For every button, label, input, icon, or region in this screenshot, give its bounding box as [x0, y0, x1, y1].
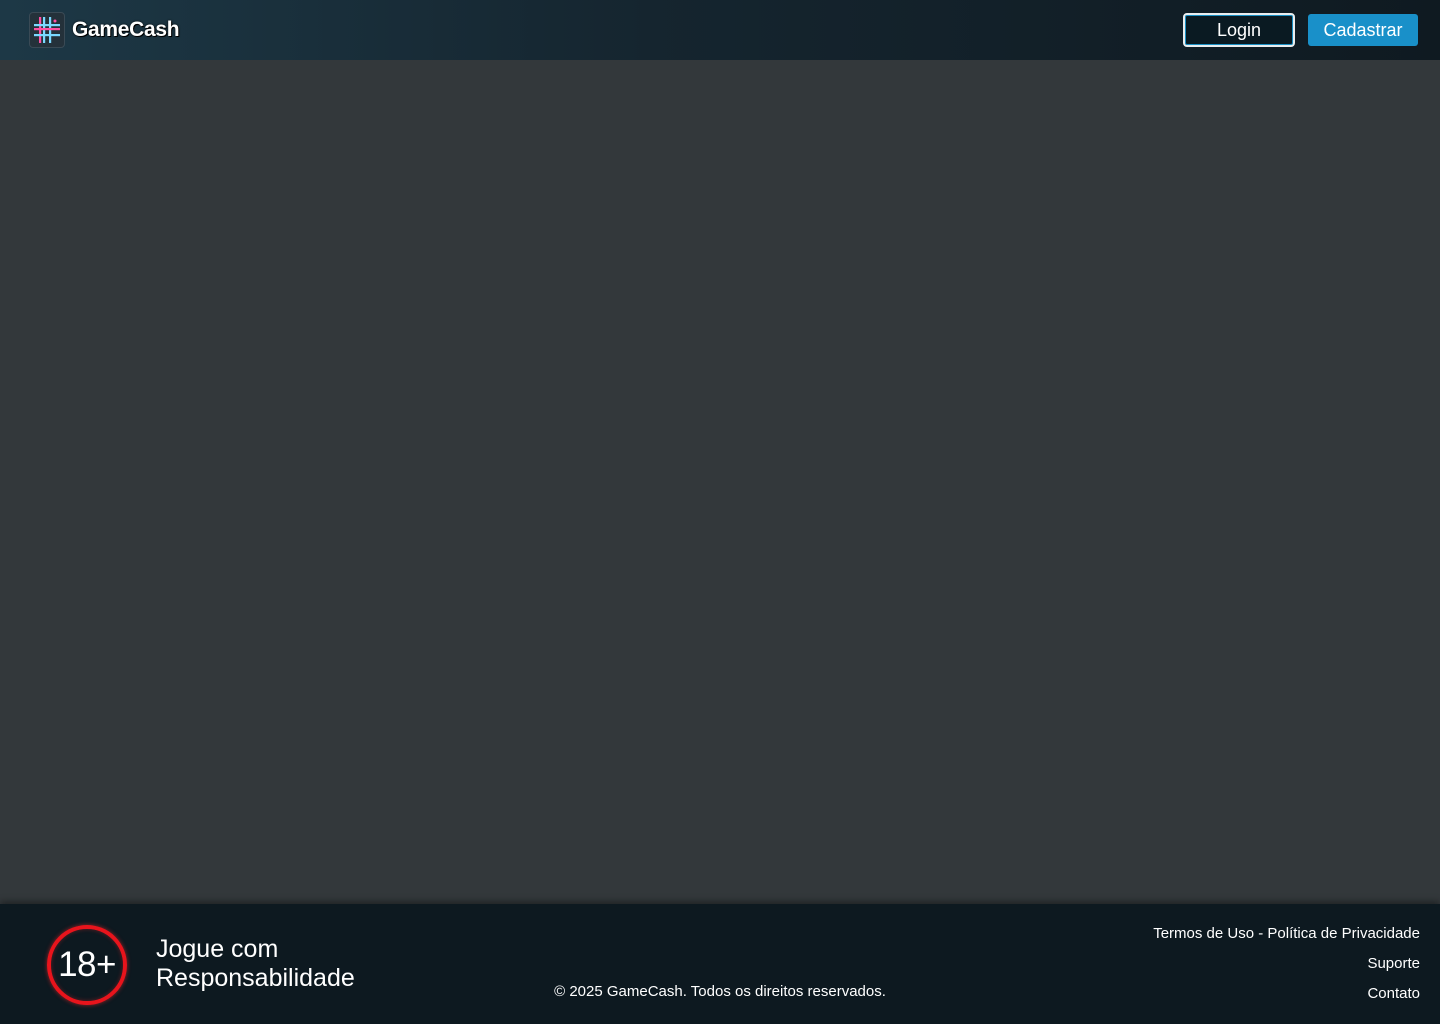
signup-button[interactable]: Cadastrar	[1308, 14, 1418, 46]
support-link[interactable]: Suporte	[1367, 955, 1420, 973]
brand-link[interactable]: GameCash	[29, 12, 180, 48]
page: GameCash Login Cadastrar 18+ Jogue com R…	[0, 0, 1440, 1024]
brand-name: GameCash	[72, 18, 180, 41]
auth-actions: Login Cadastrar	[1183, 13, 1418, 47]
main-content	[0, 60, 1440, 904]
responsible-gaming-text: Jogue com Responsabilidade	[156, 935, 355, 992]
grid-hash-logo-icon	[29, 12, 65, 48]
age-restriction-badge: 18+	[47, 925, 127, 1005]
footer: 18+ Jogue com Responsabilidade © 2025 Ga…	[0, 904, 1440, 1024]
terms-privacy-link[interactable]: Termos de Uso - Política de Privacidade	[1153, 925, 1420, 943]
footer-links: Termos de Uso - Política de Privacidade …	[1153, 925, 1420, 1003]
top-navbar: GameCash Login Cadastrar	[0, 0, 1440, 60]
copyright-text: © 2025 GameCash. Todos os direitos reser…	[554, 983, 886, 1000]
contact-link[interactable]: Contato	[1367, 985, 1420, 1003]
login-button[interactable]: Login	[1183, 13, 1295, 47]
